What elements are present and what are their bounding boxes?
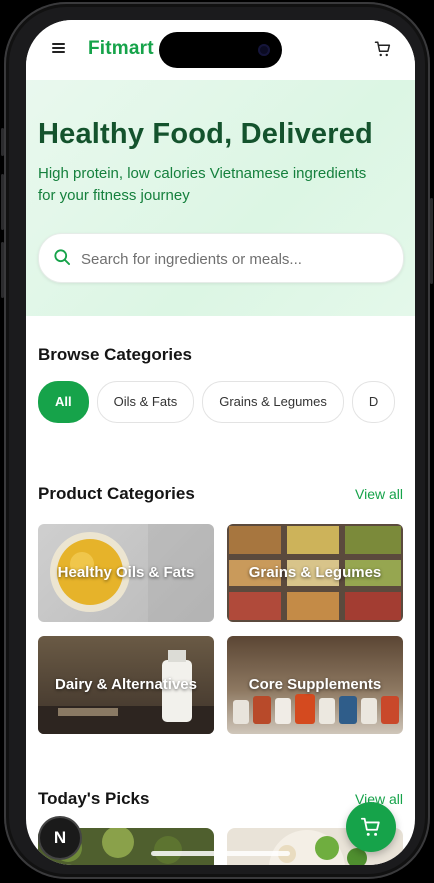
action-button: [1, 128, 4, 156]
category-chips: All Oils & Fats Grains & Legumes D: [38, 381, 415, 423]
phone-frame: Fitmart Healthy Food, Delivered High pro…: [1, 2, 433, 879]
category-card-dairy[interactable]: Dairy & Alternatives: [38, 636, 214, 734]
search-icon: [54, 249, 71, 265]
category-label: Dairy & Alternatives: [54, 676, 197, 693]
volume-up-button: [1, 174, 4, 230]
n-badge[interactable]: N: [40, 818, 80, 858]
browse-categories-title: Browse Categories: [38, 345, 192, 364]
shopping-cart-icon: [360, 817, 380, 836]
floating-cart-button[interactable]: [346, 802, 396, 852]
cart-icon[interactable]: [374, 40, 392, 58]
category-label: Healthy Oils & Fats: [57, 564, 195, 581]
chip-grains-legumes[interactable]: Grains & Legumes: [202, 381, 344, 423]
hero-banner: Healthy Food, Delivered High protein, lo…: [26, 80, 415, 316]
category-label: Core Supplements: [248, 676, 382, 693]
chip-oils-fats[interactable]: Oils & Fats: [96, 381, 195, 423]
dynamic-island: [159, 32, 282, 68]
search-bar[interactable]: [38, 233, 404, 283]
camera-icon: [258, 44, 270, 56]
category-card-oils[interactable]: Healthy Oils & Fats: [38, 524, 214, 622]
category-card-supplements[interactable]: Core Supplements: [227, 636, 403, 734]
chip-all[interactable]: All: [38, 381, 89, 423]
home-indicator[interactable]: [151, 851, 290, 856]
brand-logo[interactable]: Fitmart: [88, 38, 154, 60]
hamburger-menu-icon[interactable]: [52, 43, 65, 53]
todays-picks-title: Today's Picks: [38, 789, 150, 808]
chip-dairy[interactable]: D: [351, 381, 396, 423]
hero-subtitle: High protein, low calories Vietnamese in…: [38, 165, 367, 204]
volume-down-button: [1, 242, 4, 298]
category-card-grains[interactable]: Grains & Legumes: [227, 524, 403, 622]
power-button: [430, 198, 433, 284]
search-input[interactable]: [79, 246, 383, 272]
hero-title: Healthy Food, Delivered: [38, 118, 373, 150]
product-categories-title: Product Categories: [38, 484, 195, 503]
category-label: Grains & Legumes: [248, 564, 382, 581]
app-screen: Fitmart Healthy Food, Delivered High pro…: [26, 20, 415, 865]
n-badge-letter: N: [53, 828, 67, 847]
product-categories-view-all-link[interactable]: View all: [355, 486, 403, 502]
